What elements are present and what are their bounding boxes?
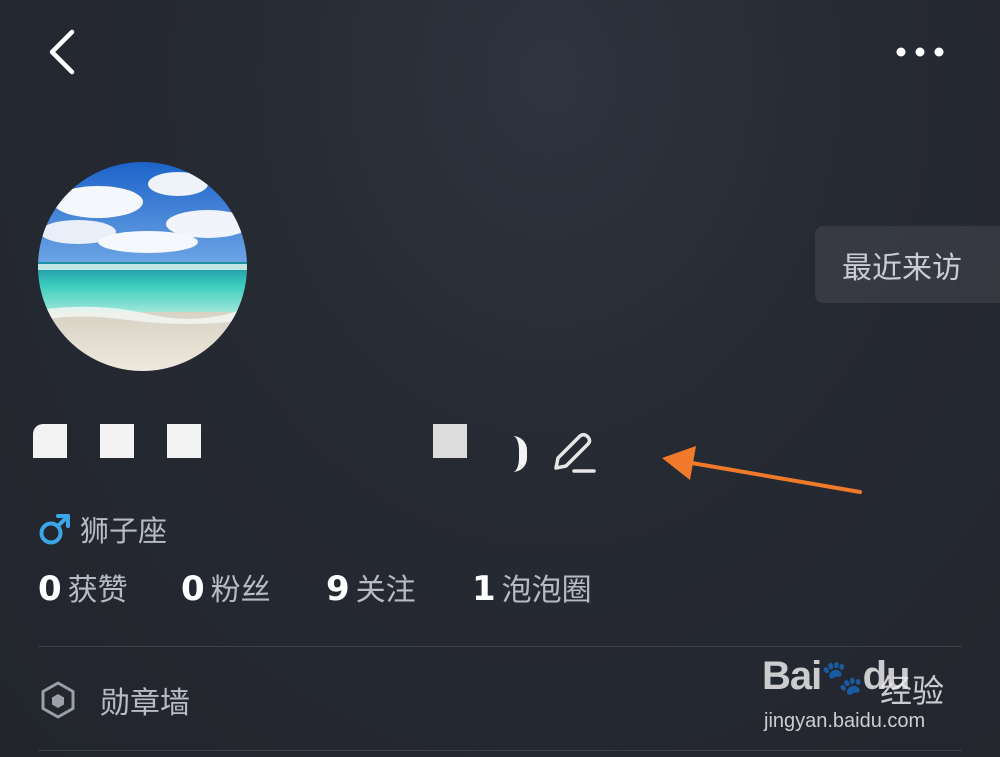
annotation-arrow — [662, 446, 862, 494]
stat-label: 关注 — [355, 573, 416, 608]
stat-value: 9 — [326, 569, 350, 609]
divider — [38, 646, 962, 647]
more-options-button[interactable] — [892, 36, 948, 68]
chevron-left-icon — [49, 29, 75, 75]
back-button[interactable] — [36, 24, 86, 80]
stat-following[interactable]: 9 关注 — [326, 565, 472, 609]
paw-icon: 🐾 — [821, 659, 863, 697]
nickname-glyph — [433, 424, 467, 458]
edit-nickname-button[interactable] — [548, 430, 600, 478]
pencil-icon — [554, 432, 596, 473]
avatar[interactable] — [38, 162, 247, 371]
male-icon — [39, 514, 70, 545]
nickname — [33, 424, 613, 476]
stat-likes[interactable]: 0 获赞 — [38, 565, 181, 609]
watermark-logo-text: Bai — [762, 654, 822, 698]
recent-visitors-label: 最近来访 — [842, 250, 962, 286]
stat-value: 0 — [38, 569, 62, 609]
medal-wall-label: 勋章墙 — [100, 686, 190, 721]
beach-scene-image — [38, 162, 247, 371]
nickname-glyph — [100, 424, 134, 458]
stat-value: 1 — [472, 569, 496, 609]
nickname-glyph — [513, 436, 527, 472]
baidu-jingyan-watermark: Bai🐾du 经验 jingyan.baidu.com — [762, 648, 952, 740]
stat-label: 泡泡圈 — [501, 573, 592, 608]
stat-label: 获赞 — [67, 573, 128, 608]
watermark-brand: 经验 — [880, 672, 945, 710]
stat-circles[interactable]: 1 泡泡圈 — [472, 565, 592, 609]
stat-value: 0 — [181, 569, 205, 609]
stats-row: 0 获赞 0 粉丝 9 关注 1 泡泡圈 — [38, 562, 592, 612]
watermark-url: jingyan.baidu.com — [764, 710, 926, 732]
nickname-glyph — [33, 424, 67, 458]
nickname-glyph — [167, 424, 201, 458]
zodiac-label: 狮子座 — [80, 514, 168, 548]
hexagon-badge-icon — [41, 681, 75, 719]
ellipsis-icon — [896, 47, 944, 57]
stat-label: 粉丝 — [210, 573, 271, 608]
stat-fans[interactable]: 0 粉丝 — [181, 565, 326, 609]
gender-zodiac: 狮子座 — [38, 508, 167, 550]
divider — [38, 750, 962, 751]
recent-visitors-button[interactable]: 最近来访 — [815, 226, 1000, 303]
